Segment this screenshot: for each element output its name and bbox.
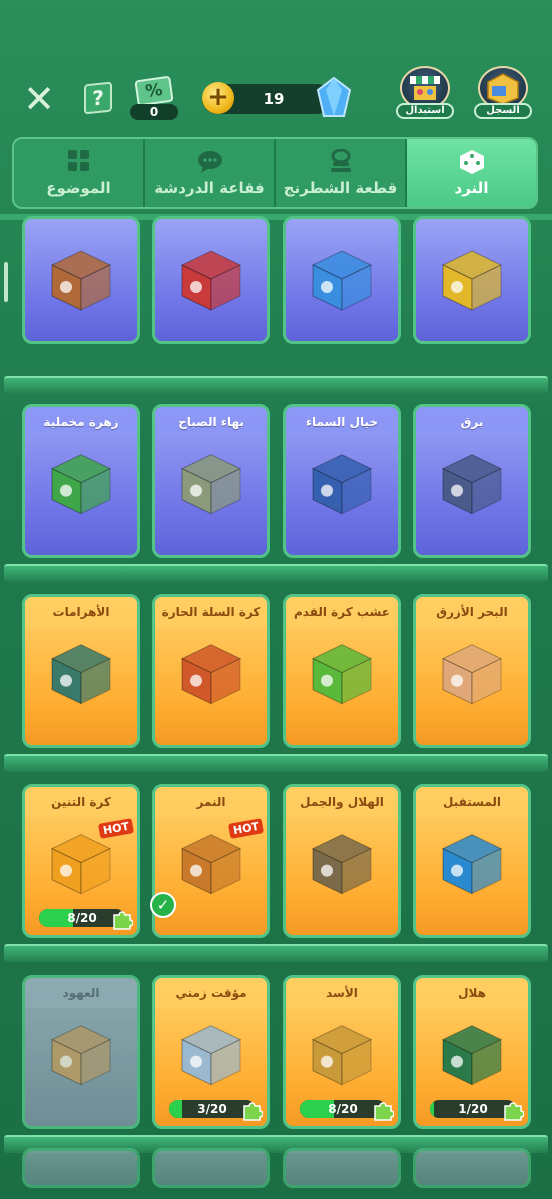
dice-card[interactable]: عشب كرة القدم bbox=[283, 594, 401, 748]
top-bar: ✕ ? % 0 + 19 استبدال السجل bbox=[0, 0, 552, 135]
discount-counter[interactable]: % 0 bbox=[130, 74, 178, 122]
dice-card[interactable]: كرة السلة الحارة bbox=[152, 594, 270, 748]
tab-label: فقاعة الدردشة bbox=[154, 179, 265, 197]
tab-label: الموضوع bbox=[46, 179, 111, 197]
shelf-row: العهود مؤقت زمني 3/20 الأسد 8/20 هلال 1/20 bbox=[0, 957, 552, 1153]
shelf-row: الأهرامات كرة السلة الحارة عشب كرة القدم ال… bbox=[0, 576, 552, 772]
dice-icon bbox=[50, 454, 112, 515]
dice-icon bbox=[50, 1025, 112, 1086]
tab-label: النرد bbox=[454, 179, 489, 197]
dice-icon bbox=[311, 644, 373, 705]
gem-icon bbox=[316, 76, 352, 117]
dice-icon bbox=[441, 834, 503, 895]
dice-card[interactable]: هلال 1/20 bbox=[413, 975, 531, 1129]
shelf-row: زهرة مخملية بهاء الصباح خيال السماء برق bbox=[0, 386, 552, 582]
dice-card[interactable] bbox=[413, 1148, 531, 1188]
dice-card-title: الأهرامات bbox=[25, 597, 137, 627]
dice-icon bbox=[441, 454, 503, 515]
tab-label: قطعة الشطرنج bbox=[283, 179, 398, 197]
hot-badge: HOT bbox=[227, 818, 265, 839]
exchange-button[interactable]: استبدال bbox=[396, 66, 454, 122]
dice-card[interactable]: البحر الأزرق bbox=[413, 594, 531, 748]
dice-card[interactable] bbox=[283, 1148, 401, 1188]
dice-card-title: زهرة مخملية bbox=[25, 407, 137, 437]
dice-card[interactable] bbox=[22, 216, 140, 344]
record-button[interactable]: السجل bbox=[474, 66, 532, 122]
dice-card-title: عشب كرة القدم bbox=[286, 597, 398, 627]
dice-icon bbox=[180, 1025, 242, 1086]
puzzle-piece-icon bbox=[113, 911, 133, 930]
dice-card-title: المستقبل bbox=[416, 787, 528, 817]
discount-count: 0 bbox=[130, 104, 178, 120]
dice-icon bbox=[441, 250, 503, 311]
shelf-row-partial bbox=[0, 1142, 552, 1199]
grid-icon bbox=[67, 150, 89, 171]
dice-card[interactable]: الهلال والجمل bbox=[283, 784, 401, 938]
dice-icon bbox=[459, 150, 484, 174]
tab-theme[interactable]: الموضوع bbox=[14, 139, 145, 207]
dice-card-title: النمر bbox=[155, 787, 267, 817]
dice-card-title: الأسد bbox=[286, 978, 398, 1008]
dice-card-title: البحر الأزرق bbox=[416, 597, 528, 627]
dice-card-title: برق bbox=[416, 407, 528, 437]
dice-card-title: مؤقت زمني bbox=[155, 978, 267, 1008]
dice-card-title: الهلال والجمل bbox=[286, 787, 398, 817]
dice-card[interactable] bbox=[22, 1148, 140, 1188]
dice-card-title: بهاء الصباح bbox=[155, 407, 267, 437]
dice-icon bbox=[50, 644, 112, 705]
record-label: السجل bbox=[474, 103, 532, 119]
close-button[interactable]: ✕ bbox=[22, 80, 56, 118]
dice-card-title: هلال bbox=[416, 978, 528, 1008]
dice-card-title: كرة السلة الحارة bbox=[155, 597, 267, 627]
shelf-row bbox=[0, 216, 552, 394]
dice-card[interactable] bbox=[152, 1148, 270, 1188]
dice-card[interactable]: كرة التنين HOT 8/20 bbox=[22, 784, 140, 938]
chess-piece-icon bbox=[330, 149, 351, 172]
shelf-row: كرة التنين HOT 8/20 النمر HOT ✓ الهلال والجمل ا… bbox=[0, 766, 552, 962]
puzzle-piece-icon bbox=[504, 1102, 524, 1121]
exchange-label: استبدال bbox=[396, 103, 454, 119]
dice-card[interactable]: زهرة مخملية bbox=[22, 404, 140, 558]
dice-icon bbox=[441, 1025, 503, 1086]
dice-card[interactable]: مؤقت زمني 3/20 bbox=[152, 975, 270, 1129]
dice-card[interactable] bbox=[152, 216, 270, 344]
dice-icon bbox=[180, 250, 242, 311]
dice-card[interactable]: الأسد 8/20 bbox=[283, 975, 401, 1129]
chat-bubble-icon bbox=[197, 151, 222, 173]
add-coins-button[interactable]: + bbox=[202, 82, 234, 114]
puzzle-piece-icon bbox=[374, 1102, 394, 1121]
tab-dice[interactable]: النرد bbox=[407, 139, 536, 207]
help-button[interactable]: ? bbox=[84, 81, 112, 115]
hot-badge: HOT bbox=[97, 818, 135, 839]
dice-card[interactable]: الأهرامات bbox=[22, 594, 140, 748]
category-tabs: الموضوع فقاعة الدردشة قطعة الشطرنج النرد bbox=[12, 137, 538, 209]
dice-card-title: كرة التنين bbox=[25, 787, 137, 817]
dice-card-title: خيال السماء bbox=[286, 407, 398, 437]
dice-icon bbox=[180, 454, 242, 515]
dice-card[interactable]: المستقبل bbox=[413, 784, 531, 938]
dice-icon bbox=[441, 644, 503, 705]
dice-card[interactable]: العهود bbox=[22, 975, 140, 1129]
dice-icon bbox=[311, 454, 373, 515]
coin-value: 19 bbox=[263, 90, 285, 108]
dice-card-title: العهود bbox=[25, 978, 137, 1008]
dice-icon bbox=[311, 1025, 373, 1086]
dice-icon bbox=[50, 250, 112, 311]
dice-card[interactable] bbox=[413, 216, 531, 344]
dice-card[interactable]: برق bbox=[413, 404, 531, 558]
dice-card[interactable]: بهاء الصباح bbox=[152, 404, 270, 558]
puzzle-piece-icon bbox=[243, 1102, 263, 1121]
discount-ticket-icon: % bbox=[134, 75, 174, 107]
dice-icon bbox=[311, 250, 373, 311]
dice-icon bbox=[311, 834, 373, 895]
dice-icon bbox=[50, 834, 112, 895]
tab-chat-bubble[interactable]: فقاعة الدردشة bbox=[145, 139, 276, 207]
dice-card[interactable] bbox=[283, 216, 401, 344]
tab-chess-piece[interactable]: قطعة الشطرنج bbox=[276, 139, 407, 207]
owned-check-icon: ✓ bbox=[150, 892, 176, 918]
dice-icon bbox=[180, 644, 242, 705]
dice-icon bbox=[180, 834, 242, 895]
dice-card[interactable]: خيال السماء bbox=[283, 404, 401, 558]
coin-balance: + 19 bbox=[202, 82, 332, 114]
